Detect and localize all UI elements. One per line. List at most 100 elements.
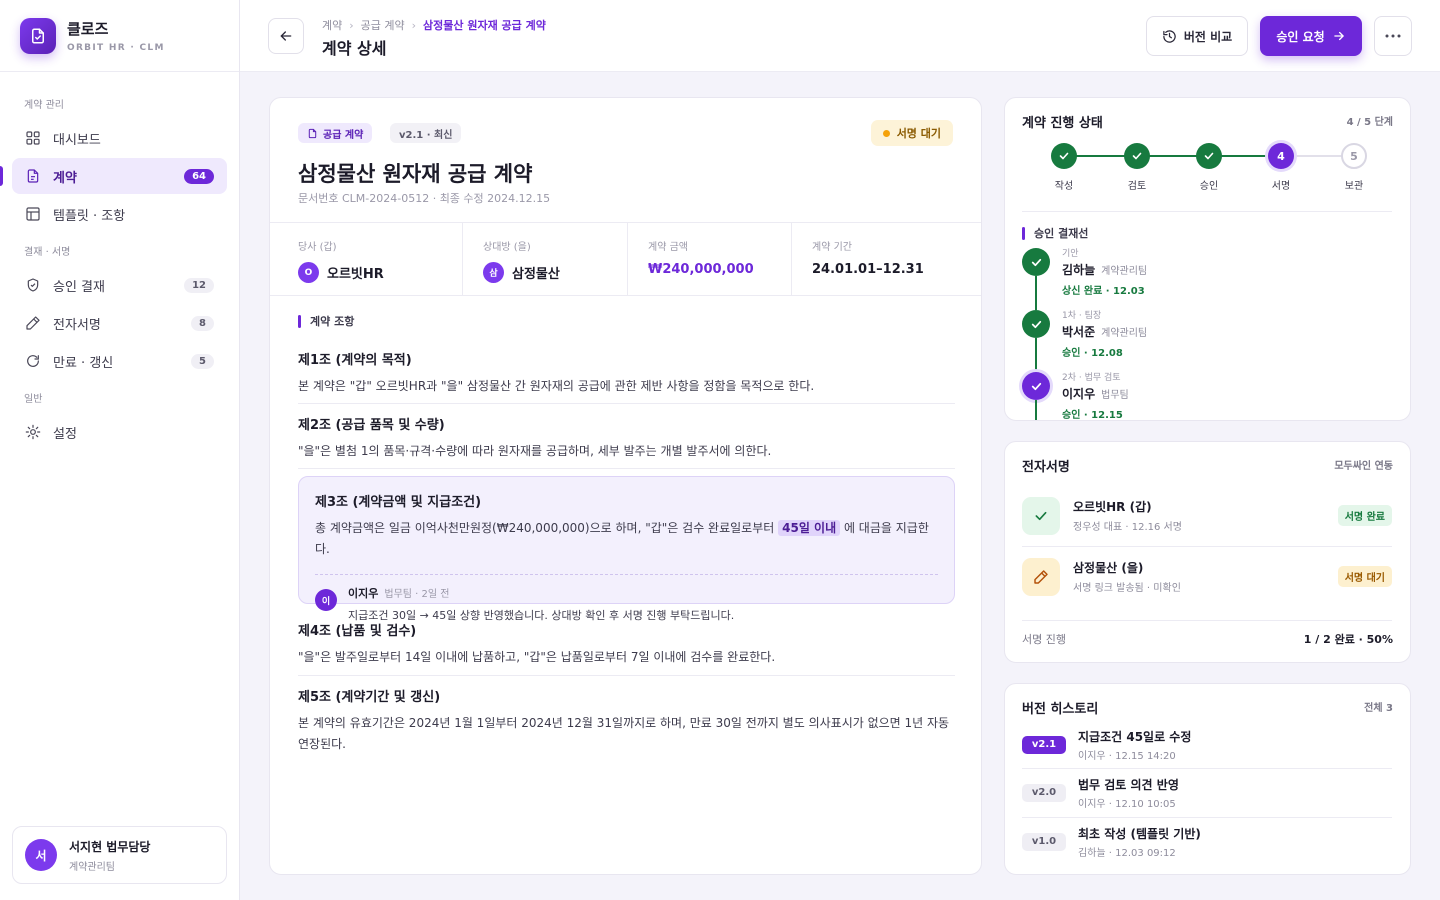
progress-value: 1 / 2 완료 · 50% xyxy=(1303,633,1393,646)
breadcrumb-item[interactable]: 공급 계약 xyxy=(361,17,405,33)
approval-role: 2차 · 법무 검토 xyxy=(1062,373,1121,383)
step-item-current: 4 서명 xyxy=(1256,141,1306,192)
nav-section-general: 일반 xyxy=(24,394,43,405)
approver-team: 계약관리팀 xyxy=(1101,266,1148,277)
sidebar-item-label: 템플릿 · 조항 xyxy=(53,208,126,224)
sidebar-item-approvals[interactable]: 승인 결재 12 xyxy=(12,267,227,303)
sidebar-item-contracts[interactable]: 계약 64 xyxy=(0,158,227,194)
clause-body: 총 계약금액은 일금 이억사천만원정(₩240,000,000)으로 하며, "… xyxy=(315,518,938,560)
amount-cell: 계약 금액 ₩240,000,000 xyxy=(628,223,792,295)
check-icon xyxy=(1022,496,1060,535)
sidebar-item-settings[interactable]: 설정 xyxy=(12,414,227,450)
nav-section-approval: 결재 · 서명 xyxy=(24,247,71,258)
page-title: 계약 상세 xyxy=(322,39,387,58)
divider xyxy=(1022,620,1392,621)
version-row[interactable]: v2.0 법무 검토 의견 반영 이지우 · 12.10 10:05 xyxy=(1022,768,1392,817)
card-title: 전자서명 xyxy=(1022,460,1070,475)
version-row[interactable]: v2.1 지급조건 45일로 수정 이지우 · 12.15 14:20 xyxy=(1022,720,1392,769)
more-horizontal-icon xyxy=(1385,34,1401,38)
signer-row[interactable]: 오르빗HR (갑) 정우성 대표 · 12.16 서명 서명 완료 xyxy=(1022,485,1392,546)
nav-section-contracts: 계약 관리 xyxy=(24,100,64,111)
clause-item[interactable]: 제5조 (계약기간 및 갱신) 본 계약의 유효기간은 2024년 1월 1일부… xyxy=(298,686,955,755)
breadcrumb-item[interactable]: 계약 xyxy=(322,17,342,33)
party-a-cell: 당사 (갑) O 오르빗HR xyxy=(270,223,463,295)
sidebar-item-label: 전자서명 xyxy=(53,317,101,333)
app-logo-icon xyxy=(20,17,56,54)
grid-icon xyxy=(25,130,41,146)
clause-body: "을"은 별첨 1의 품목·규격·수량에 따라 원자재를 공급하며, 세부 발주… xyxy=(298,444,772,458)
contract-type-tag: 공급 계약 xyxy=(298,123,373,143)
arrow-right-icon xyxy=(1333,31,1344,41)
version-meta: 이지우 · 12.15 14:20 xyxy=(1078,750,1176,762)
approval-status: 승인 · 12.15 xyxy=(1062,410,1123,421)
version-count[interactable]: 전체 3 xyxy=(1364,699,1393,714)
request-approval-button[interactable]: 승인 요청 xyxy=(1260,16,1362,56)
version-title: 지급조건 45일로 수정 xyxy=(1078,729,1192,744)
card-title: 계약 진행 상태 xyxy=(1022,116,1103,131)
signature-provider: 모두싸인 연동 xyxy=(1334,461,1393,472)
sidebar-item-templates[interactable]: 템플릿 · 조항 xyxy=(12,196,227,232)
step-number: 4 xyxy=(1268,143,1294,169)
template-icon xyxy=(25,206,41,222)
section-label: 승인 결재선 xyxy=(1034,227,1089,240)
sidebar: 클로즈 ORBIT HR · CLM 계약 관리 대시보드 계약 64 템플릿 … xyxy=(0,0,240,900)
signer-name: 삼정물산 (을) xyxy=(1073,561,1144,575)
comment-meta: 법무팀 · 2일 전 xyxy=(384,589,450,600)
top-bar: 계약 › 공급 계약 › 삼정물산 원자재 공급 계약 계약 상세 버전 비교 … xyxy=(240,0,1440,72)
progress-stepper: 작성 검토 승인 4 서명 5 보관 xyxy=(1025,141,1393,192)
divider xyxy=(298,403,955,404)
more-options-button[interactable] xyxy=(1374,16,1412,56)
party-b-name: 삼정물산 xyxy=(512,267,560,282)
chevron-right-icon: › xyxy=(349,18,354,32)
meta-label: 계약 금액 xyxy=(648,242,688,253)
approver-team: 법무팀 xyxy=(1101,390,1129,401)
step-item: 검토 xyxy=(1112,141,1162,192)
approval-item: 2차 · 법무 검토 이지우 법무팀 승인 · 12.15 xyxy=(1022,372,1392,421)
signer-detail: 정우성 대표 · 12.16 서명 xyxy=(1073,522,1182,533)
document-icon xyxy=(308,128,317,138)
step-label: 작성 xyxy=(1054,181,1074,192)
contract-period: 24.01.01–12.31 xyxy=(812,262,924,277)
approval-status: 승인 · 12.08 xyxy=(1062,348,1123,359)
sidebar-item-esign[interactable]: 전자서명 8 xyxy=(12,305,227,341)
approval-list: 기안 김하늘 계약관리팀 상신 완료 · 12.03 1차 · 팀장 박서준 계약관… xyxy=(1022,248,1392,421)
sidebar-item-dashboard[interactable]: 대시보드 xyxy=(12,120,227,156)
brand-name: 클로즈 xyxy=(67,20,109,38)
button-label: 버전 비교 xyxy=(1183,29,1233,44)
approval-status: 상신 완료 · 12.03 xyxy=(1062,286,1145,297)
signer-row[interactable]: 삼정물산 (을) 서명 링크 발송됨 · 미확인 서명 대기 xyxy=(1022,546,1392,607)
clause-body: 본 계약은 "갑" 오르빗HR과 "을" 삼정물산 간 원자재의 공급에 관한 … xyxy=(298,379,815,393)
clause-comment: 이 이지우 법무팀 · 2일 전 지급조건 30일 → 45일 상향 반영했습니다… xyxy=(315,574,938,623)
clause-item[interactable]: 제1조 (계약의 목적) 본 계약은 "갑" 오르빗HR과 "을" 삼정물산 간… xyxy=(298,349,955,397)
user-name: 서지현 법무담당 xyxy=(69,839,151,854)
shield-check-icon xyxy=(25,277,41,293)
clause-title: 제1조 (계약의 목적) xyxy=(298,353,412,368)
version-compare-button[interactable]: 버전 비교 xyxy=(1146,16,1248,56)
meta-label: 상대방 (을) xyxy=(483,242,531,253)
clause-item-highlighted[interactable]: 제3조 (계약금액 및 지급조건) 총 계약금액은 일금 이억사천만원정(₩24… xyxy=(298,476,955,622)
pen-icon xyxy=(1022,557,1060,596)
user-profile-card[interactable]: 서 서지현 법무담당 계약관리팀 xyxy=(12,826,227,884)
user-team: 계약관리팀 xyxy=(69,861,115,873)
version-title: 법무 검토 의견 반영 xyxy=(1078,777,1179,792)
check-icon xyxy=(1124,143,1150,169)
count-badge: 5 xyxy=(191,353,214,369)
back-button[interactable] xyxy=(268,18,304,54)
signer-name: 오르빗HR (갑) xyxy=(1073,500,1152,514)
status-badge: 서명 대기 xyxy=(1337,566,1392,587)
version-meta: 이지우 · 12.10 10:05 xyxy=(1078,798,1176,810)
esignature-card: 전자서명 모두싸인 연동 오르빗HR (갑) 정우성 대표 · 12.16 서명… xyxy=(1004,441,1411,663)
clause-item[interactable]: 제2조 (공급 품목 및 수량) "을"은 별첨 1의 품목·규격·수량에 따라… xyxy=(298,414,955,462)
clause-item[interactable]: 제4조 (납품 및 검수) "을"은 발주일로부터 14일 이내에 납품하고, … xyxy=(298,620,955,668)
version-row[interactable]: v1.0 최초 작성 (템플릿 기반) 김하늘 · 12.03 09:12 xyxy=(1022,817,1392,866)
sidebar-item-renewal[interactable]: 만료 · 갱신 5 xyxy=(12,343,227,379)
status-badge: 서명 대기 xyxy=(870,120,953,146)
stage-indicator: 4 / 5 단계 xyxy=(1346,117,1393,128)
check-icon xyxy=(1051,143,1077,169)
highlighted-term: 45일 이내 xyxy=(778,520,841,536)
avatar: 삼 xyxy=(483,262,504,283)
clause-text: 총 계약금액은 일금 이억사천만원정(₩240,000,000)으로 하며, "… xyxy=(315,521,775,535)
section-label: 계약 조항 xyxy=(310,315,355,328)
signature-progress: 서명 진행 1 / 2 완료 · 50% xyxy=(1022,631,1393,647)
sidebar-item-label: 계약 xyxy=(53,170,77,186)
